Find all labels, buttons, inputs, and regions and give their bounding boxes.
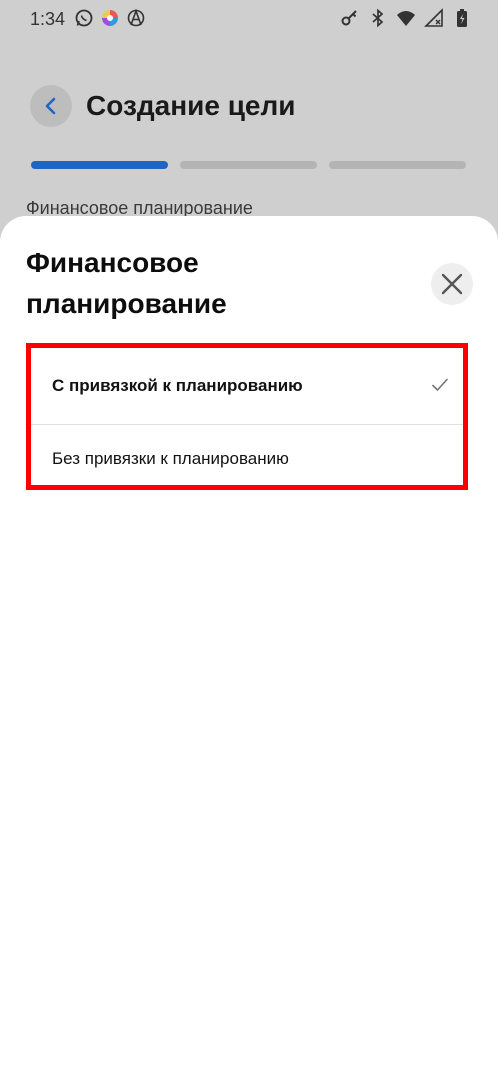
battery-charging-icon <box>457 9 467 27</box>
signal-icon <box>424 8 443 27</box>
option-label: Без привязки к планированию <box>52 448 289 468</box>
header: Создание цели <box>0 80 498 136</box>
bluetooth-icon <box>372 8 384 28</box>
progress-step-3 <box>329 161 466 169</box>
check-icon <box>432 378 448 391</box>
colorful-app-icon <box>102 10 118 26</box>
chevron-left-icon <box>45 97 56 115</box>
page-title: Создание цели <box>86 90 296 121</box>
whatsapp-icon <box>75 9 93 27</box>
close-icon <box>441 273 463 295</box>
anarchy-icon <box>127 8 145 27</box>
bottom-sheet: Финансовое планирование С привязкой к пл… <box>0 216 498 1080</box>
progress-step-1 <box>31 161 168 169</box>
status-bar: 1:34 <box>0 0 498 40</box>
options-highlight-frame: С привязкой к планированию Без привязки … <box>26 343 468 490</box>
status-time: 1:34 <box>30 9 66 29</box>
status-right-icons <box>340 8 472 28</box>
close-button[interactable] <box>431 263 473 305</box>
wifi-icon <box>397 11 415 26</box>
option-with-planning[interactable]: С привязкой к планированию <box>31 348 463 425</box>
back-button[interactable] <box>30 85 72 127</box>
progress-step-2 <box>180 161 317 169</box>
option-label: С привязкой к планированию <box>52 376 303 395</box>
key-icon <box>341 10 357 26</box>
option-without-planning[interactable]: Без привязки к планированию <box>31 426 463 485</box>
status-left-icons <box>74 8 146 28</box>
step-progress-bar <box>31 161 466 169</box>
sheet-title: Финансовое планирование <box>26 247 227 319</box>
